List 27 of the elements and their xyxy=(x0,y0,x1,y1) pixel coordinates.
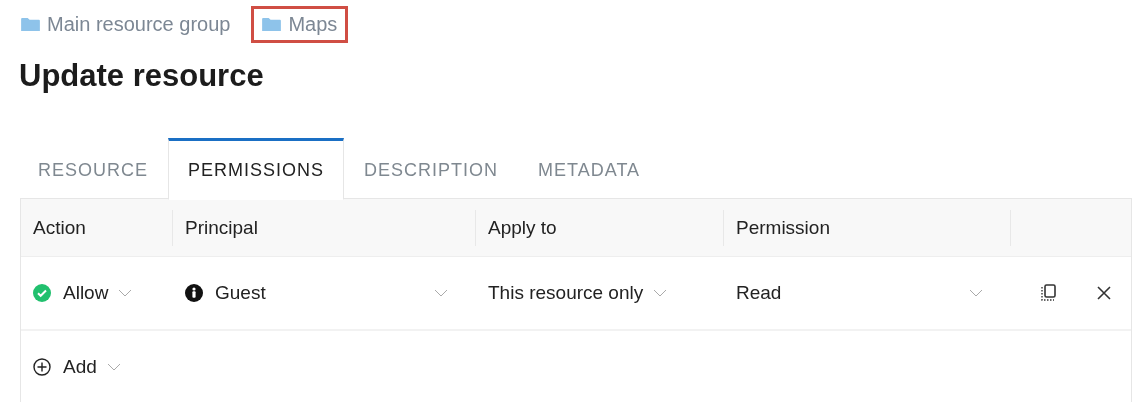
chevron-down-icon xyxy=(653,289,668,297)
tab[interactable]: RESOURCE xyxy=(18,138,168,200)
permission-dropdown[interactable]: Read xyxy=(736,282,983,304)
action-dropdown[interactable]: Allow xyxy=(33,282,173,304)
close-icon[interactable] xyxy=(1097,286,1111,300)
column-header: Apply to xyxy=(488,216,557,239)
plus-circle-icon xyxy=(33,358,51,376)
column-header: Action xyxy=(33,216,86,239)
breadcrumb-link[interactable]: Maps xyxy=(251,5,349,43)
chevron-down-icon xyxy=(106,363,121,371)
folder-icon xyxy=(262,16,282,32)
column-header: Permission xyxy=(736,216,830,239)
copy-icon[interactable] xyxy=(1041,284,1057,302)
folder-icon xyxy=(21,16,40,32)
check-circle-icon xyxy=(33,284,51,302)
column-header: Principal xyxy=(185,216,258,239)
principal-dropdown[interactable]: Guest xyxy=(185,282,448,304)
page-title: Update resource xyxy=(19,58,265,95)
add-dropdown[interactable]: Add xyxy=(33,356,121,378)
tab[interactable]: METADATA xyxy=(518,138,661,200)
chevron-down-icon xyxy=(118,289,133,297)
chevron-down-icon xyxy=(434,289,448,297)
chevron-down-icon xyxy=(969,289,983,297)
breadcrumb-link[interactable]: Main resource group xyxy=(10,5,242,43)
tab[interactable]: DESCRIPTION xyxy=(344,138,519,200)
apply-to-dropdown[interactable]: This resource only xyxy=(488,282,724,304)
tab[interactable]: PERMISSIONS xyxy=(168,138,345,200)
